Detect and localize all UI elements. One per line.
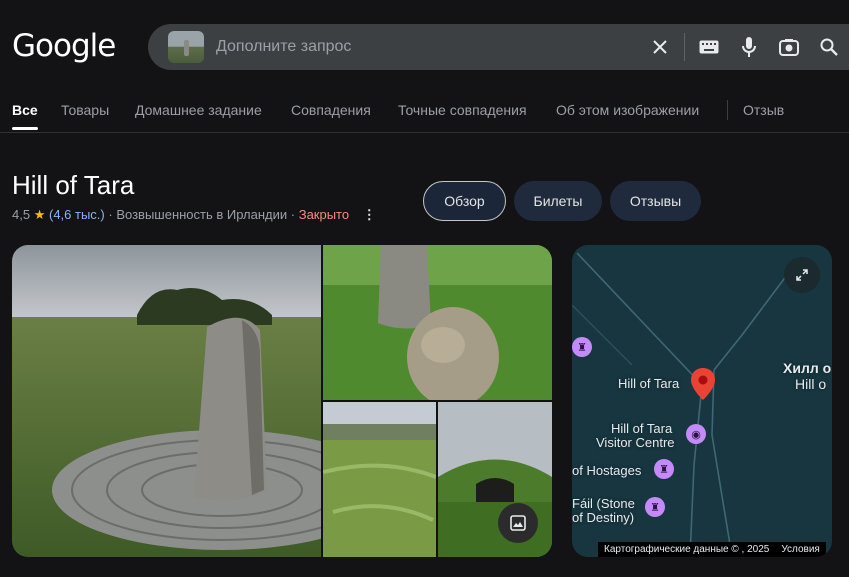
tab-exact-matches[interactable]: Точные совпадения xyxy=(398,102,527,118)
location-pin-icon[interactable] xyxy=(690,367,716,401)
map-label-hill-of-tara[interactable]: Hill of Tara xyxy=(618,377,679,391)
clear-icon[interactable] xyxy=(640,24,680,70)
map-label-hill-ru[interactable]: Хилл о xyxy=(783,361,831,375)
expand-icon xyxy=(796,269,808,281)
photo-landscape-aerial[interactable] xyxy=(323,402,436,557)
tabs-divider xyxy=(727,100,728,120)
poi-camera-icon[interactable]: ◉ xyxy=(686,424,706,444)
active-tab-indicator xyxy=(12,127,38,130)
location-map[interactable]: ♜ Hill of Tara Хилл о Hill o Hill of Tar… xyxy=(572,245,832,557)
photo-gallery xyxy=(12,245,552,557)
rating-value: 4,5 xyxy=(12,207,31,222)
chip-overview[interactable]: Обзор xyxy=(423,181,506,221)
place-category: Возвышенность в Ирландии xyxy=(116,207,288,222)
more-images-button[interactable] xyxy=(498,503,538,543)
search-icon[interactable] xyxy=(809,24,849,70)
meta-separator: · xyxy=(290,207,299,222)
reviews-count-link[interactable]: (4,6 тыс.) xyxy=(49,207,105,222)
search-divider xyxy=(684,33,685,61)
place-meta: 4,5 ★ (4,6 тыс.) · Возвышенность в Ирлан… xyxy=(12,207,376,223)
photo-stones-grass[interactable] xyxy=(323,245,552,400)
map-label-fail-1[interactable]: Fáil (Stone xyxy=(572,497,635,511)
poi-castle-icon-3[interactable]: ♜ xyxy=(645,497,665,517)
chip-reviews[interactable]: Отзывы xyxy=(610,181,701,221)
photo-standing-stone[interactable] xyxy=(12,245,321,557)
star-icon: ★ xyxy=(33,207,46,222)
keyboard-icon[interactable] xyxy=(689,24,729,70)
chip-tickets[interactable]: Билеты xyxy=(514,181,602,221)
tab-about-image[interactable]: Об этом изображении xyxy=(556,102,699,118)
map-label-fail-2[interactable]: of Destiny) xyxy=(572,511,634,525)
map-label-visitor-centre-1[interactable]: Hill of Tara xyxy=(611,422,672,436)
image-icon xyxy=(510,515,526,531)
map-label-hill-en[interactable]: Hill o xyxy=(795,377,826,391)
feedback-link[interactable]: Отзыв xyxy=(743,102,784,118)
query-image-thumbnail[interactable] xyxy=(168,31,204,63)
more-options-icon[interactable]: ⋮ xyxy=(363,207,376,222)
search-input[interactable]: Дополните запрос xyxy=(216,38,640,56)
map-data-credit: Картографические данные © , 2025 xyxy=(604,544,770,555)
opening-status: Закрыто xyxy=(298,207,350,222)
map-terms-link[interactable]: Условия xyxy=(781,544,820,555)
place-title[interactable]: Hill of Tara xyxy=(12,170,134,201)
photo-mound-entrance[interactable] xyxy=(438,402,552,557)
poi-castle-icon[interactable]: ♜ xyxy=(572,337,592,357)
tab-homework[interactable]: Домашнее задание xyxy=(135,102,262,118)
tab-all[interactable]: Все xyxy=(12,102,38,118)
map-label-visitor-centre-2[interactable]: Visitor Centre xyxy=(596,436,675,450)
google-logo[interactable]: Google xyxy=(12,28,116,64)
lens-camera-icon[interactable] xyxy=(769,24,809,70)
tab-products[interactable]: Товары xyxy=(61,102,109,118)
microphone-icon[interactable] xyxy=(729,24,769,70)
map-attribution: Картографические данные © , 2025 Условия xyxy=(598,542,826,557)
search-bar[interactable]: Дополните запрос xyxy=(148,24,849,70)
search-tabs: Все Товары Домашнее задание Совпадения Т… xyxy=(0,96,849,133)
map-label-hostages[interactable]: of Hostages xyxy=(572,464,641,478)
expand-map-button[interactable] xyxy=(784,257,820,293)
tab-matches[interactable]: Совпадения xyxy=(291,102,371,118)
poi-castle-icon-2[interactable]: ♜ xyxy=(654,459,674,479)
